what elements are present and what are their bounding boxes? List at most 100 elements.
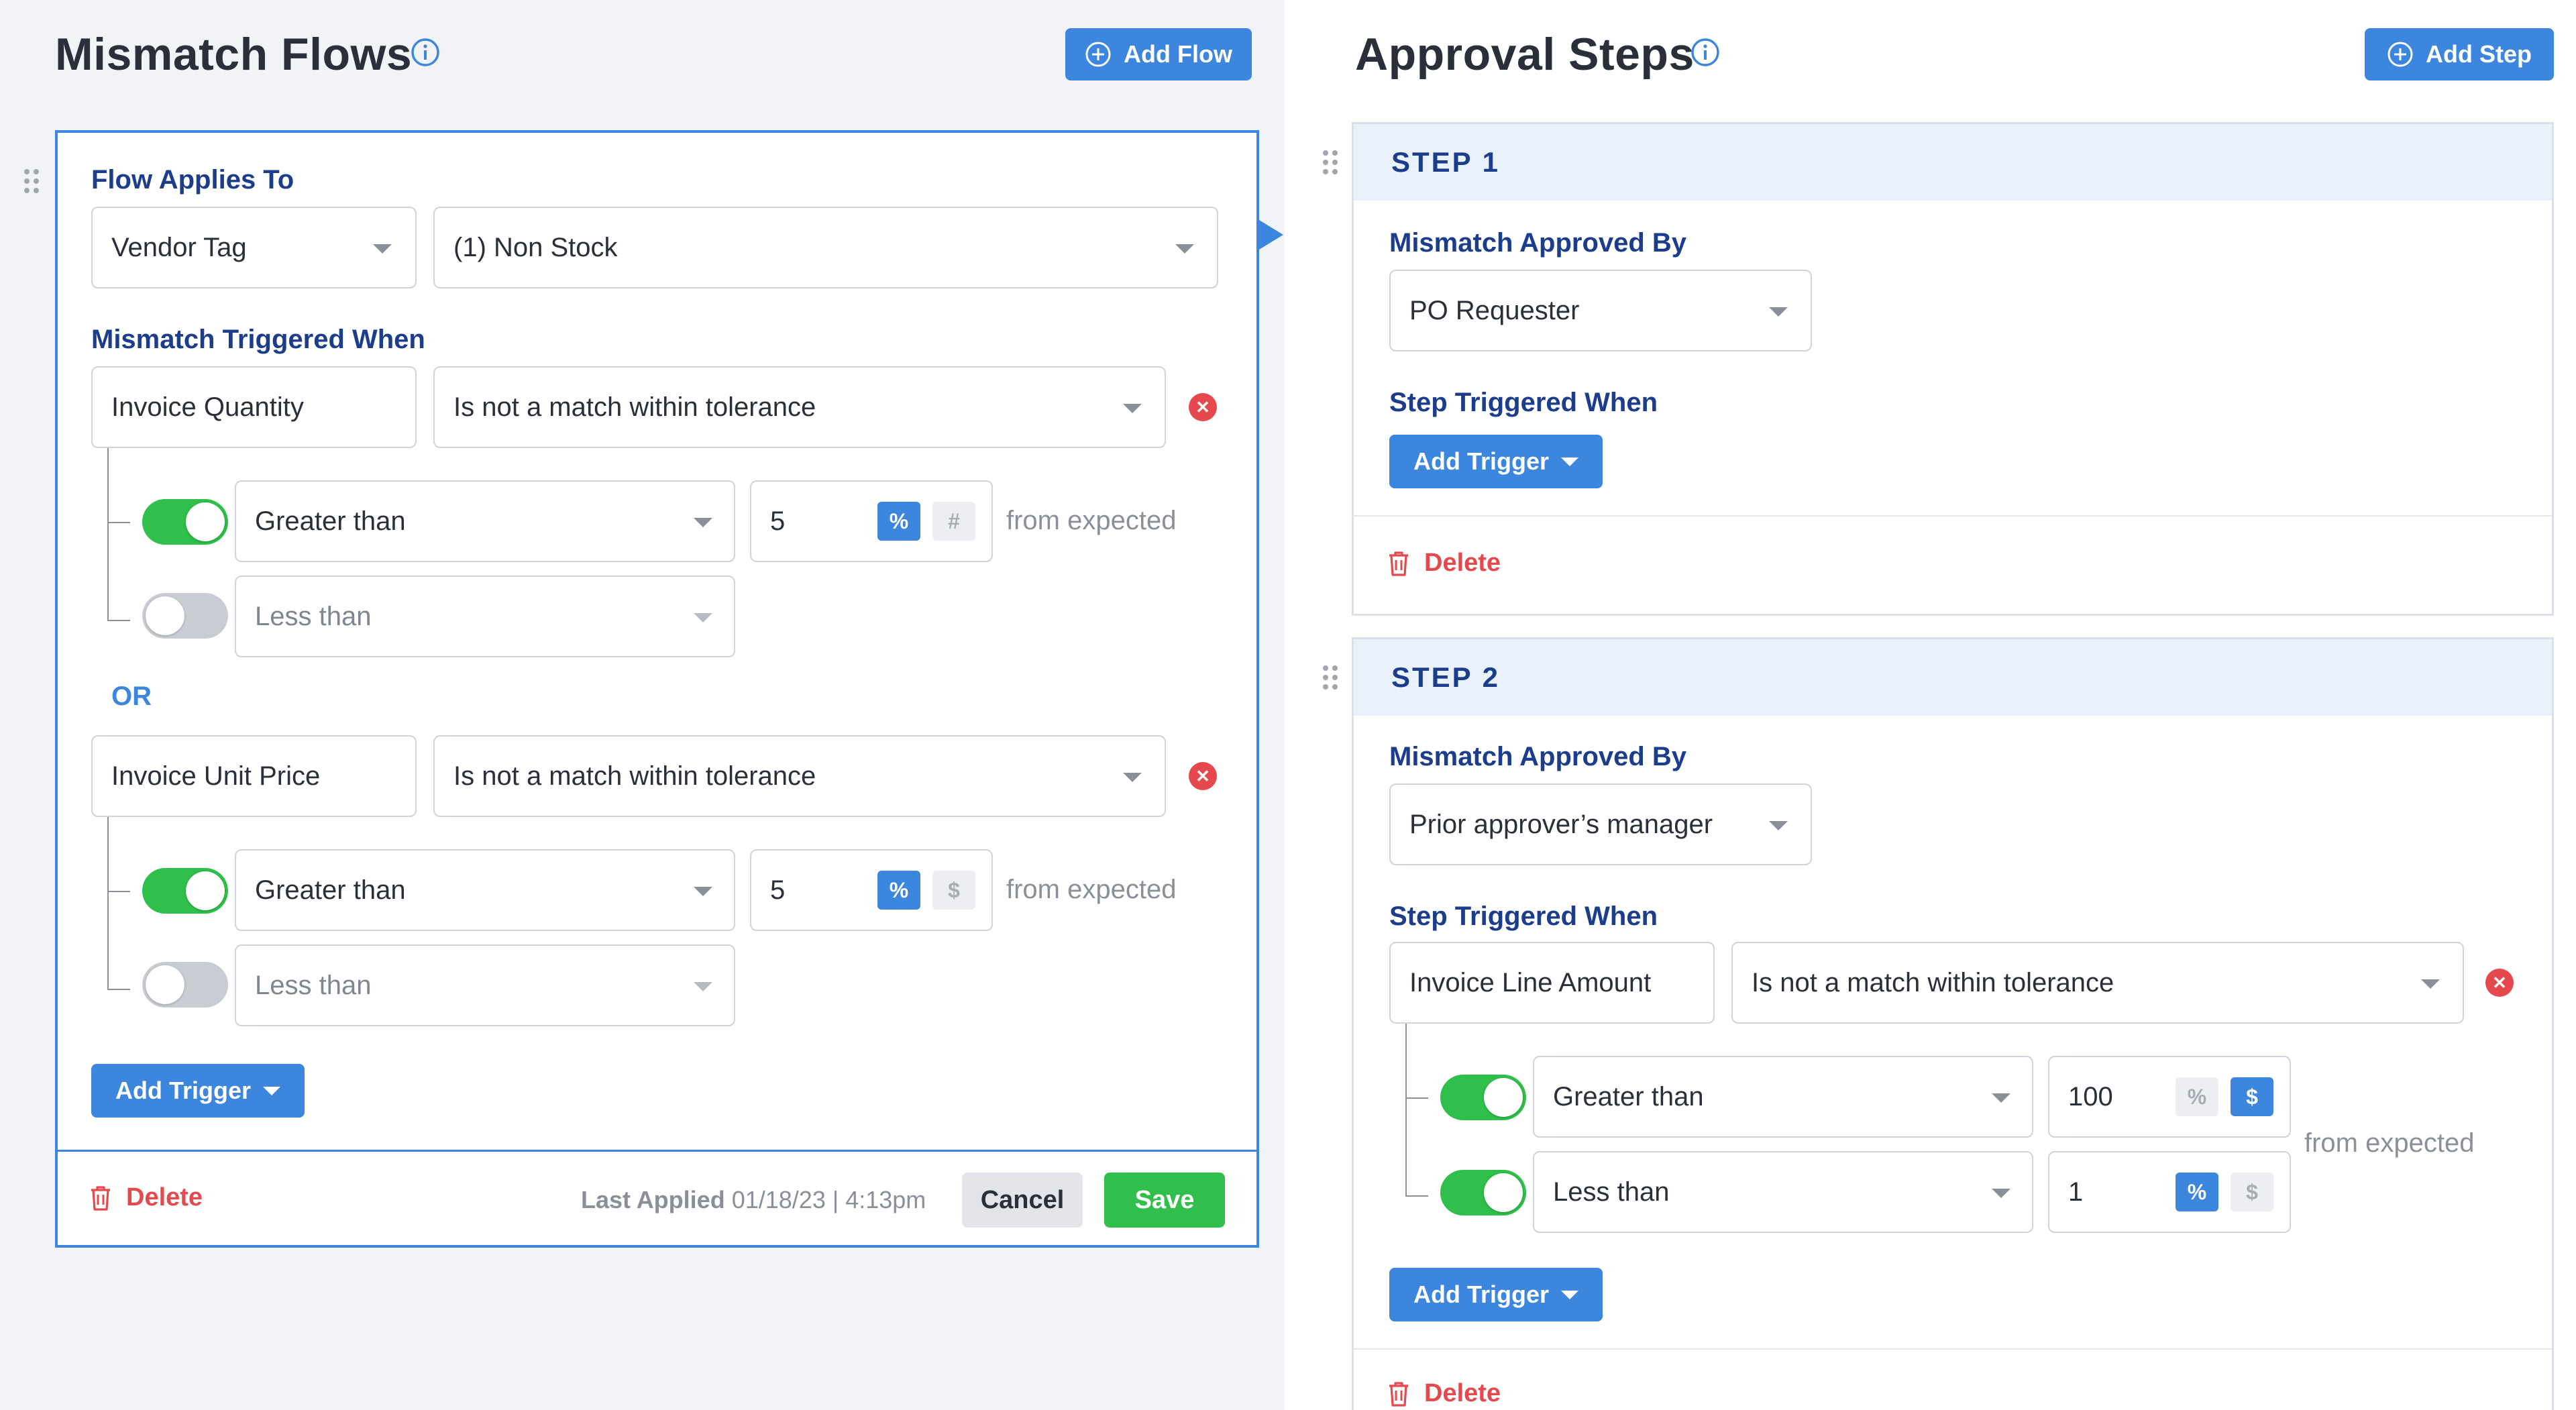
tree-connector [107, 620, 130, 621]
info-icon[interactable] [1690, 38, 1720, 67]
greater-than-select[interactable]: Greater than [235, 849, 735, 931]
percent-unit-button[interactable]: % [2176, 1173, 2218, 1211]
remove-condition-icon[interactable]: ✕ [1189, 762, 1217, 790]
delete-step-button[interactable]: Delete [1387, 549, 1501, 578]
tolerance-input[interactable]: 5 % $ [750, 849, 993, 931]
less-than-toggle[interactable] [142, 593, 228, 639]
greater-than-toggle[interactable] [1440, 1075, 1526, 1120]
greater-than-select[interactable]: Greater than [1533, 1056, 2033, 1138]
percent-unit-button[interactable]: % [877, 871, 920, 910]
less-than-toggle[interactable] [1440, 1170, 1526, 1215]
dollar-unit-button[interactable]: $ [2231, 1173, 2273, 1211]
caret-down-icon [1561, 1290, 1578, 1299]
tree-connector [107, 891, 130, 892]
add-trigger-button[interactable]: Add Trigger [1389, 1268, 1603, 1321]
condition-operator-select[interactable]: Is not a match within tolerance [1731, 942, 2464, 1024]
remove-condition-icon[interactable]: ✕ [1189, 393, 1217, 421]
drag-handle[interactable] [1323, 150, 1339, 177]
mismatch-triggered-when-label: Mismatch Triggered When [91, 325, 425, 354]
condition-field-value: Invoice Line Amount [1409, 967, 1652, 997]
chevron-down-icon [1175, 244, 1194, 254]
add-trigger-button[interactable]: Add Trigger [1389, 435, 1603, 488]
tolerance-value: 1 [2068, 1177, 2084, 1207]
delete-flow-button[interactable]: Delete [89, 1183, 203, 1212]
condition-field-value: Invoice Quantity [111, 392, 304, 422]
tolerance-value: 5 [770, 506, 786, 536]
trash-icon [91, 1185, 110, 1211]
page-title: Mismatch Flows [55, 29, 413, 80]
active-flow-pointer [1259, 220, 1283, 250]
tolerance-input[interactable]: 1 % $ [2048, 1151, 2291, 1233]
applies-to-type-select[interactable]: Vendor Tag [91, 207, 417, 288]
add-flow-button[interactable]: Add Flow [1065, 28, 1252, 80]
less-than-select[interactable]: Less than [1533, 1151, 2033, 1233]
condition-field-select[interactable]: Invoice Line Amount [1389, 942, 1715, 1024]
dollar-unit-button[interactable]: $ [932, 871, 975, 910]
info-icon[interactable] [411, 38, 440, 67]
step-triggered-when-label: Step Triggered When [1389, 902, 1658, 931]
step-footer-divider [1354, 515, 2552, 517]
delete-step-button[interactable]: Delete [1387, 1379, 1501, 1408]
percent-unit-button[interactable]: % [877, 502, 920, 541]
step-footer-divider [1354, 1348, 2552, 1350]
percent-unit-button[interactable]: % [2176, 1077, 2218, 1116]
cancel-button[interactable]: Cancel [962, 1173, 1083, 1228]
less-than-select[interactable]: Less than [235, 576, 735, 657]
condition-operator-select[interactable]: Is not a match within tolerance [433, 735, 1166, 817]
tolerance-input[interactable]: 100 % $ [2048, 1056, 2291, 1138]
card-footer-divider [58, 1150, 1256, 1152]
condition-operator-select[interactable]: Is not a match within tolerance [433, 366, 1166, 448]
tree-connector [107, 522, 130, 523]
approver-select[interactable]: PO Requester [1389, 270, 1812, 351]
condition-operator-value: Is not a match within tolerance [453, 392, 816, 422]
drag-handle[interactable] [24, 169, 40, 196]
condition-field-select[interactable]: Invoice Quantity [91, 366, 417, 448]
delete-label: Delete [1424, 549, 1501, 577]
tree-connector [1405, 1097, 1428, 1099]
from-expected-label: from expected [1006, 875, 1177, 904]
trash-icon [1389, 1381, 1408, 1407]
page-title: Approval Steps [1355, 29, 1695, 80]
approver-value: PO Requester [1409, 295, 1580, 325]
tree-connector [107, 448, 109, 621]
mismatch-approved-by-label: Mismatch Approved By [1389, 742, 1687, 771]
delete-label: Delete [1424, 1379, 1501, 1407]
condition-operator-value: Is not a match within tolerance [1752, 967, 2114, 997]
applies-to-value: (1) Non Stock [453, 232, 618, 262]
greater-than-value: Greater than [255, 875, 406, 905]
chevron-down-icon [1769, 307, 1788, 317]
last-applied-info: Last Applied 01/18/23 | 4:13pm [581, 1186, 926, 1214]
chevron-down-icon [1123, 773, 1142, 782]
greater-than-value: Greater than [1553, 1081, 1704, 1111]
count-unit-button[interactable]: # [932, 502, 975, 541]
plus-circle-icon [1085, 42, 1111, 67]
step-header: STEP 1 [1354, 124, 2552, 201]
less-than-select[interactable]: Less than [235, 944, 735, 1026]
greater-than-select[interactable]: Greater than [235, 480, 735, 562]
add-trigger-label: Add Trigger [1413, 1281, 1549, 1308]
plus-circle-icon [2387, 42, 2413, 67]
greater-than-toggle[interactable] [142, 868, 228, 914]
mismatch-approved-by-label: Mismatch Approved By [1389, 228, 1687, 258]
or-separator: OR [111, 682, 152, 711]
tolerance-input[interactable]: 5 % # [750, 480, 993, 562]
add-trigger-button[interactable]: Add Trigger [91, 1064, 305, 1118]
drag-handle[interactable] [1323, 665, 1339, 692]
tolerance-value: 5 [770, 875, 786, 905]
applies-to-value-select[interactable]: (1) Non Stock [433, 207, 1218, 288]
applies-to-type-value: Vendor Tag [111, 232, 247, 262]
add-step-button[interactable]: Add Step [2365, 28, 2554, 80]
chevron-down-icon [373, 244, 392, 254]
greater-than-toggle[interactable] [142, 499, 228, 545]
remove-condition-icon[interactable]: ✕ [2485, 969, 2514, 997]
chevron-down-icon [694, 518, 712, 527]
dollar-unit-button[interactable]: $ [2231, 1077, 2273, 1116]
less-than-toggle[interactable] [142, 962, 228, 1008]
condition-field-select[interactable]: Invoice Unit Price [91, 735, 417, 817]
save-button[interactable]: Save [1104, 1173, 1225, 1228]
add-trigger-label: Add Trigger [115, 1077, 251, 1104]
greater-than-value: Greater than [255, 506, 406, 536]
approver-select[interactable]: Prior approver’s manager [1389, 783, 1812, 865]
add-flow-label: Add Flow [1124, 40, 1232, 68]
chevron-down-icon [1992, 1189, 2010, 1198]
